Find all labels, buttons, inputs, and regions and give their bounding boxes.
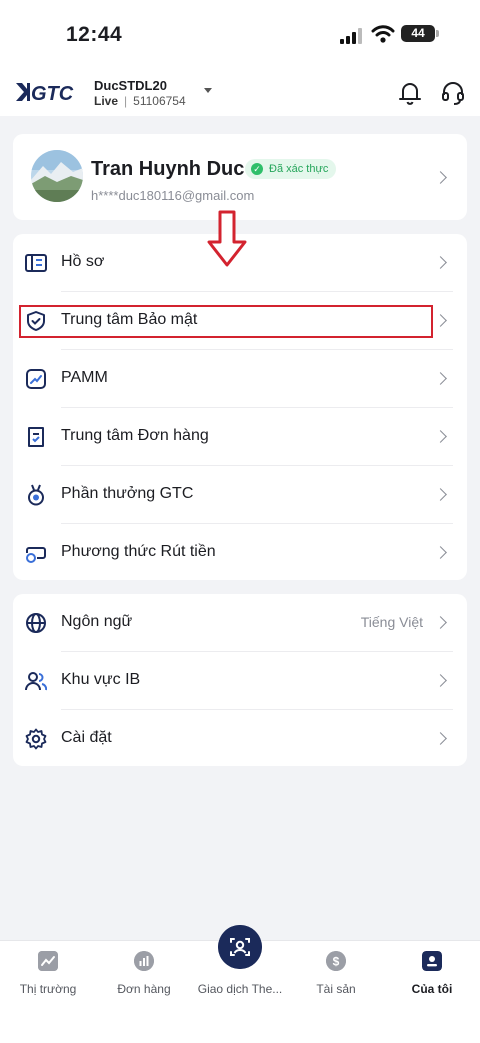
menu-item-label: PAMM — [61, 369, 108, 386]
profile-icon — [25, 254, 47, 272]
chevron-right-icon — [434, 732, 447, 745]
users-icon — [25, 672, 47, 691]
cellular-signal-icon — [340, 28, 362, 44]
account-info[interactable]: Live | 51106754 — [94, 94, 186, 108]
menu-item-settings[interactable]: Cài đặt — [13, 710, 467, 768]
menu-item-gtc-rewards[interactable]: Phần thưởng GTC — [13, 466, 467, 524]
menu-item-label: Hồ sơ — [61, 253, 105, 270]
account-dropdown-caret-icon[interactable] — [204, 88, 212, 93]
status-time: 12:44 — [66, 23, 123, 46]
svg-text:$: $ — [333, 955, 340, 969]
tab-label: Thị trường — [19, 982, 77, 996]
chevron-right-icon — [434, 616, 447, 629]
orders-icon — [134, 951, 154, 971]
chevron-right-icon — [434, 256, 447, 269]
check-icon: ✓ — [251, 163, 263, 175]
profile-name: Tran Huynh Duc — [91, 158, 245, 180]
account-number: 51106754 — [133, 94, 186, 108]
headset-icon[interactable] — [440, 80, 466, 106]
verified-label: Đã xác thực — [269, 163, 329, 175]
status-bar: 12:44 44 — [0, 0, 480, 64]
account-name[interactable]: DucSTDL20 — [94, 78, 167, 93]
avatar — [31, 150, 83, 202]
medal-icon — [28, 484, 44, 506]
settings-menu: Ngôn ngữ Tiếng Việt Khu vực IB Cài đặt — [13, 594, 467, 766]
tab-assets[interactable]: $ Tài sản — [288, 941, 384, 1011]
menu-item-pamm[interactable]: PAMM — [13, 350, 467, 408]
menu-item-label: Phương thức Rút tiền — [61, 543, 216, 560]
gear-icon — [25, 728, 47, 750]
trend-icon — [26, 369, 46, 389]
tab-label: Của tôi — [411, 982, 453, 996]
bell-icon[interactable] — [397, 80, 423, 106]
menu-item-label: Trung tâm Đơn hàng — [61, 427, 209, 444]
menu-item-label: Ngôn ngữ — [61, 613, 133, 630]
chevron-right-icon — [434, 372, 447, 385]
globe-icon — [26, 613, 46, 633]
profile-email: h****duc180116@gmail.com — [91, 188, 255, 203]
app-header: GTC DucSTDL20 Live | 51106754 — [0, 64, 480, 116]
order-icon — [28, 427, 44, 447]
tab-me[interactable]: Của tôi — [384, 941, 480, 1011]
chevron-right-icon — [434, 430, 447, 443]
menu-item-language[interactable]: Ngôn ngữ Tiếng Việt — [13, 594, 467, 652]
annotation-arrow-down-icon — [207, 210, 247, 267]
profile-card[interactable]: Tran Huynh Duc ✓ Đã xác thực h****duc1801… — [13, 134, 467, 220]
chevron-right-icon — [434, 171, 447, 184]
main-menu: Hồ sơ Trung tâm Bảo mật PAMM Trung tâm Đ… — [13, 234, 467, 580]
tab-label: Đơn hàng — [117, 982, 171, 996]
account-type: Live — [94, 94, 119, 108]
menu-item-ib-area[interactable]: Khu vực IB — [13, 652, 467, 710]
assets-icon: $ — [326, 951, 346, 971]
annotation-highlight-box — [19, 305, 433, 338]
menu-item-order-center[interactable]: Trung tâm Đơn hàng — [13, 408, 467, 466]
chevron-right-icon — [434, 314, 447, 327]
logo-text: GTC — [31, 83, 74, 104]
chevron-right-icon — [434, 488, 447, 501]
copy-trade-icon[interactable] — [218, 925, 262, 969]
chevron-right-icon — [434, 674, 447, 687]
menu-item-label: Khu vực IB — [61, 671, 141, 688]
me-icon — [422, 951, 442, 971]
menu-item-withdrawal-methods[interactable]: Phương thức Rút tiền — [13, 524, 467, 582]
battery-icon: 44 — [401, 25, 439, 42]
withdraw-icon — [26, 547, 46, 563]
tab-orders[interactable]: Đơn hàng — [96, 941, 192, 1011]
menu-item-label: Phần thưởng GTC — [61, 485, 194, 502]
verified-badge: ✓ Đã xác thực — [245, 159, 337, 179]
tab-label: Giao dịch The... — [197, 982, 283, 996]
market-icon — [38, 951, 58, 971]
menu-item-label: Cài đặt — [61, 729, 112, 746]
tab-market[interactable]: Thị trường — [0, 941, 96, 1011]
chevron-right-icon — [434, 546, 447, 559]
language-value: Tiếng Việt — [360, 614, 423, 630]
wifi-icon — [371, 25, 395, 43]
gtc-logo[interactable]: GTC — [14, 80, 80, 104]
tab-label: Tài sản — [316, 982, 356, 996]
